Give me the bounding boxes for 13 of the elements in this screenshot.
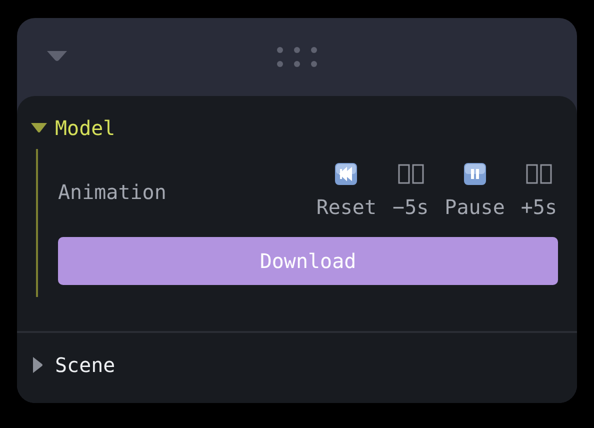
icon-button[interactable]: Reset (308, 163, 385, 221)
missing-glyph-icon (526, 163, 552, 185)
folder-title[interactable]: Scene (55, 353, 116, 377)
collapse-icon[interactable] (46, 50, 68, 62)
icon-button[interactable]: +5s (512, 163, 557, 221)
control-label: Animation (58, 180, 166, 204)
icon-button[interactable]: Pause (436, 163, 513, 221)
rewind-icon (335, 163, 358, 185)
icon-button[interactable]: −5s (384, 163, 437, 221)
missing-glyph-icon (398, 163, 424, 185)
folder-title[interactable]: Model (55, 116, 116, 140)
drag-handle-icon[interactable] (276, 46, 318, 68)
pause-icon (464, 163, 486, 185)
